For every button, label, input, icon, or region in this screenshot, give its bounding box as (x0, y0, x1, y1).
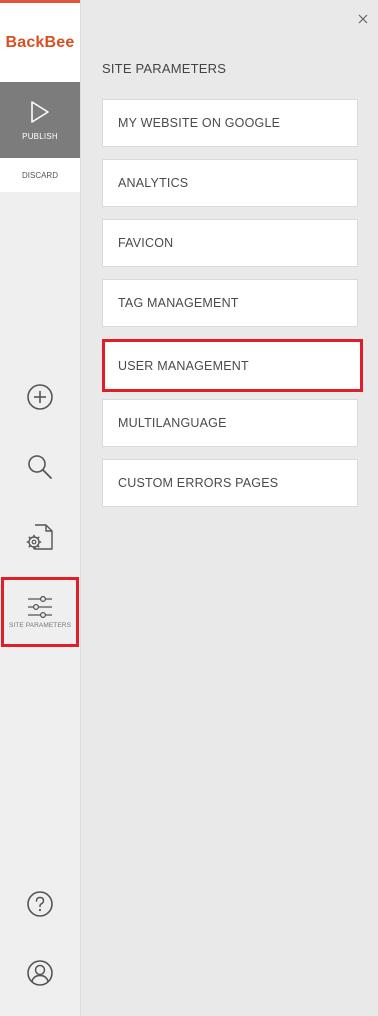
add-circle-icon (27, 384, 53, 410)
play-icon (31, 100, 49, 123)
menu-item-label: CUSTOM ERRORS PAGES (118, 476, 279, 490)
logo-bee: Bee (44, 33, 75, 51)
menu-item-label: TAG MANAGEMENT (118, 296, 239, 310)
help-button[interactable] (0, 887, 80, 921)
menu-item-label: USER MANAGEMENT (118, 358, 249, 373)
logo-back: Back (5, 33, 45, 51)
search-icon (28, 455, 52, 479)
add-button[interactable] (0, 380, 80, 414)
app-logo: BackBee (0, 3, 80, 82)
site-parameters-panel: SITE PARAMETERS MY WEBSITE ON GOOGLE ANA… (81, 0, 378, 1016)
menu-item-my-website-on-google[interactable]: MY WEBSITE ON GOOGLE (102, 99, 358, 147)
discard-label: DISCARD (21, 170, 58, 180)
menu-item-label: MULTILANGUAGE (118, 416, 227, 430)
site-parameters-label: SITE PARAMETERS (8, 621, 72, 629)
menu-item-custom-errors-pages[interactable]: CUSTOM ERRORS PAGES (102, 459, 358, 507)
user-account-button[interactable] (0, 956, 80, 990)
publish-button[interactable]: PUBLISH (0, 82, 80, 158)
menu-item-analytics[interactable]: ANALYTICS (102, 159, 358, 207)
help-icon (27, 891, 53, 917)
site-parameters-button[interactable]: SITE PARAMETERS (1, 577, 79, 647)
menu-item-tag-management[interactable]: TAG MANAGEMENT (102, 279, 358, 327)
menu-item-label: MY WEBSITE ON GOOGLE (118, 116, 281, 130)
discard-button[interactable]: DISCARD (0, 158, 80, 192)
menu-item-multilanguage[interactable]: MULTILANGUAGE (102, 399, 358, 447)
panel-title: SITE PARAMETERS (102, 61, 227, 76)
close-icon[interactable] (356, 12, 370, 26)
menu-item-label: FAVICON (118, 236, 174, 250)
publish-label: PUBLISH (22, 131, 58, 141)
page-settings-icon (26, 524, 53, 550)
left-sidebar: BackBee PUBLISH DISCARD SITE PARAMETERS (0, 0, 81, 1016)
menu-item-label: ANALYTICS (118, 176, 189, 190)
user-icon (27, 960, 53, 986)
search-button[interactable] (0, 450, 80, 484)
menu-item-user-management[interactable]: USER MANAGEMENT (102, 339, 363, 392)
menu-item-favicon[interactable]: FAVICON (102, 219, 358, 267)
logo-text: BackBee (5, 34, 74, 52)
sliders-icon (28, 595, 52, 618)
page-settings-button[interactable] (0, 520, 80, 554)
